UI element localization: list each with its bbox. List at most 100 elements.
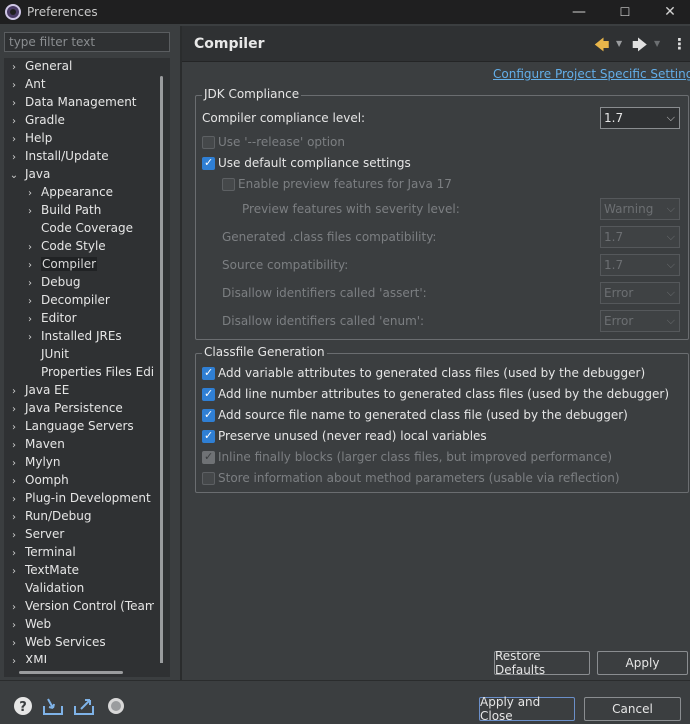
source-compat-select[interactable]: 1.7 ⌵ bbox=[600, 254, 680, 276]
tree-item[interactable]: › Language Servers bbox=[4, 418, 154, 436]
tree-item[interactable]: › Code Style bbox=[4, 238, 154, 256]
tree-item[interactable]: › Debug bbox=[4, 274, 154, 292]
tree-item[interactable]: › Version Control (Team) bbox=[4, 598, 154, 616]
assert-identifier-select[interactable]: Error ⌵ bbox=[600, 282, 680, 304]
chevron-down-icon[interactable]: ⌄ bbox=[9, 170, 19, 181]
tree-item[interactable]: › Build Path bbox=[4, 202, 154, 220]
tree-item[interactable]: › XML bbox=[4, 652, 154, 663]
chevron-right-icon[interactable]: › bbox=[25, 278, 35, 289]
tree-item[interactable]: › TextMate bbox=[4, 562, 154, 580]
preview-severity-select[interactable]: Warning ⌵ bbox=[600, 198, 680, 220]
chevron-right-icon[interactable]: › bbox=[25, 332, 35, 343]
cancel-button[interactable]: Cancel bbox=[584, 697, 681, 721]
tree-item[interactable]: › General bbox=[4, 58, 154, 76]
tree-item[interactable]: › Terminal bbox=[4, 544, 154, 562]
enum-identifier-select[interactable]: Error ⌵ bbox=[600, 310, 680, 332]
chevron-right-icon[interactable]: › bbox=[9, 638, 19, 649]
inline-finally-checkbox[interactable] bbox=[202, 450, 215, 464]
filter-input[interactable] bbox=[4, 32, 170, 52]
tree-item[interactable]: › Editor bbox=[4, 310, 154, 328]
enable-preview-checkbox[interactable] bbox=[222, 178, 235, 191]
tree-item[interactable]: › Install/Update bbox=[4, 148, 154, 166]
variable-attributes-checkbox[interactable] bbox=[202, 366, 215, 380]
chevron-right-icon[interactable]: › bbox=[9, 404, 19, 415]
chevron-right-icon[interactable]: › bbox=[9, 116, 19, 127]
chevron-right-icon[interactable]: › bbox=[9, 98, 19, 109]
tree-item[interactable]: › Data Management bbox=[4, 94, 154, 112]
chevron-right-icon[interactable]: › bbox=[9, 440, 19, 451]
export-icon[interactable] bbox=[73, 696, 95, 716]
chevron-right-icon[interactable]: › bbox=[9, 476, 19, 487]
tree-item[interactable]: › Plug-in Development bbox=[4, 490, 154, 508]
chevron-right-icon[interactable]: › bbox=[25, 260, 35, 271]
record-icon[interactable] bbox=[105, 696, 127, 716]
chevron-right-icon[interactable]: › bbox=[25, 242, 35, 253]
line-number-attributes-checkbox[interactable] bbox=[202, 387, 215, 401]
tree-item[interactable]: › Java Persistence bbox=[4, 400, 154, 418]
chevron-right-icon[interactable]: › bbox=[9, 512, 19, 523]
chevron-right-icon[interactable]: › bbox=[25, 206, 35, 217]
compliance-level-select[interactable]: 1.7 ⌵ bbox=[600, 107, 680, 129]
tree-item[interactable]: Validation bbox=[4, 580, 154, 598]
back-arrow-icon[interactable]: 🡄 bbox=[594, 35, 610, 60]
chevron-right-icon[interactable]: › bbox=[9, 602, 19, 613]
restore-defaults-button[interactable]: Restore Defaults bbox=[494, 649, 590, 677]
tree-item[interactable]: › Help bbox=[4, 130, 154, 148]
tree-item[interactable]: JUnit bbox=[4, 346, 154, 364]
tree-horizontal-scrollbar[interactable] bbox=[4, 663, 170, 677]
method-parameters-checkbox[interactable] bbox=[202, 472, 215, 485]
minimize-button[interactable]: — bbox=[556, 0, 602, 24]
chevron-right-icon[interactable]: › bbox=[9, 152, 19, 163]
tree-item[interactable]: › Java EE bbox=[4, 382, 154, 400]
tree-item[interactable]: ⌄ Java bbox=[4, 166, 154, 184]
help-icon[interactable]: ? bbox=[12, 696, 34, 716]
scrollbar-thumb[interactable] bbox=[19, 671, 123, 674]
scrollbar-thumb[interactable] bbox=[160, 76, 163, 674]
tree-item[interactable]: › Run/Debug bbox=[4, 508, 154, 526]
tree-vertical-scrollbar[interactable] bbox=[154, 58, 170, 674]
chevron-right-icon[interactable]: › bbox=[9, 422, 19, 433]
tree-item[interactable]: Properties Files Editor bbox=[4, 364, 154, 382]
close-button[interactable]: ✕ bbox=[647, 0, 690, 24]
chevron-right-icon[interactable]: › bbox=[9, 656, 19, 664]
source-file-name-checkbox[interactable] bbox=[202, 408, 215, 422]
tree-item[interactable]: › Web Services bbox=[4, 634, 154, 652]
back-dropdown-icon[interactable]: ▼ bbox=[616, 39, 622, 48]
tree-item[interactable]: › Maven bbox=[4, 436, 154, 454]
chevron-right-icon[interactable]: › bbox=[9, 566, 19, 577]
tree-item[interactable]: › Appearance bbox=[4, 184, 154, 202]
chevron-right-icon[interactable]: › bbox=[25, 296, 35, 307]
chevron-right-icon[interactable]: › bbox=[9, 62, 19, 73]
tree-item[interactable]: › Mylyn bbox=[4, 454, 154, 472]
chevron-right-icon[interactable]: › bbox=[9, 548, 19, 559]
pane-divider[interactable] bbox=[180, 26, 182, 680]
tree-item[interactable]: › Installed JREs bbox=[4, 328, 154, 346]
chevron-right-icon[interactable]: › bbox=[9, 494, 19, 505]
chevron-right-icon[interactable]: › bbox=[25, 188, 35, 199]
forward-dropdown-icon[interactable]: ▼ bbox=[654, 39, 660, 48]
forward-arrow-icon[interactable]: 🡆 bbox=[632, 35, 648, 60]
chevron-right-icon[interactable]: › bbox=[9, 458, 19, 469]
release-option-checkbox[interactable] bbox=[202, 136, 215, 149]
tree-item[interactable]: › Compiler bbox=[4, 256, 154, 274]
apply-button[interactable]: Apply bbox=[597, 651, 688, 675]
tree-item[interactable]: › Web bbox=[4, 616, 154, 634]
preserve-unused-checkbox[interactable] bbox=[202, 429, 215, 443]
tree-item[interactable]: › Oomph bbox=[4, 472, 154, 490]
chevron-right-icon[interactable]: › bbox=[9, 80, 19, 91]
tree-item[interactable]: › Decompiler bbox=[4, 292, 154, 310]
import-icon[interactable] bbox=[42, 696, 64, 716]
chevron-right-icon[interactable]: › bbox=[9, 386, 19, 397]
tree-item[interactable]: › Ant bbox=[4, 76, 154, 94]
view-menu-icon[interactable]: ⋮ bbox=[672, 35, 687, 53]
use-default-compliance-checkbox[interactable] bbox=[202, 156, 215, 170]
chevron-right-icon[interactable]: › bbox=[9, 620, 19, 631]
generated-class-compat-select[interactable]: 1.7 ⌵ bbox=[600, 226, 680, 248]
preferences-tree[interactable]: › General › Ant › Data Management › Gradle › Help… bbox=[4, 58, 154, 663]
maximize-button[interactable]: ☐ bbox=[602, 0, 648, 24]
tree-item[interactable]: › Gradle bbox=[4, 112, 154, 130]
configure-project-settings-link[interactable]: Configure Project Specific Settings... bbox=[493, 67, 690, 81]
tree-item[interactable]: Code Coverage bbox=[4, 220, 154, 238]
chevron-right-icon[interactable]: › bbox=[25, 314, 35, 325]
chevron-right-icon[interactable]: › bbox=[9, 530, 19, 541]
